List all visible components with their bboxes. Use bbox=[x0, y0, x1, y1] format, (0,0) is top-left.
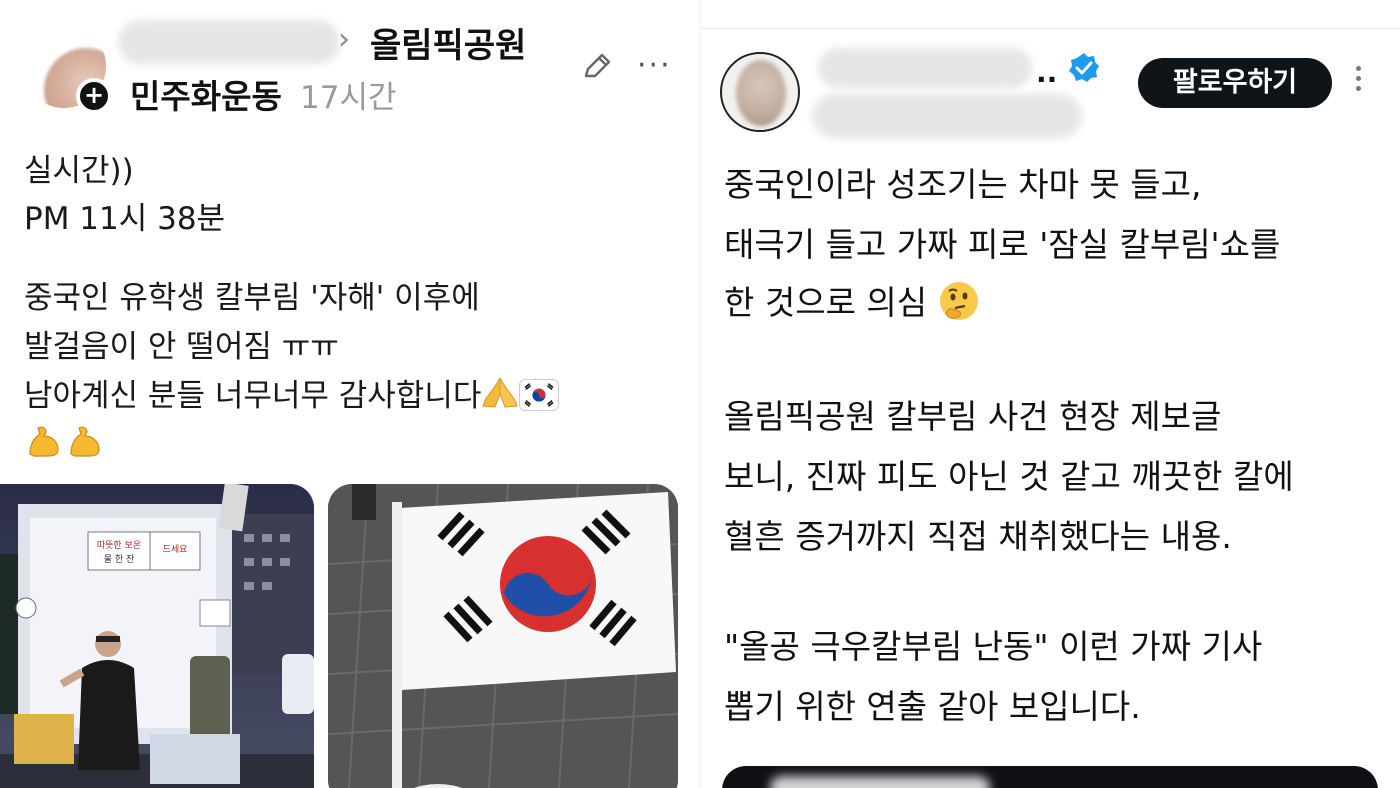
tweet-line-3-wrap: 한 것으로 의심 bbox=[724, 276, 980, 324]
tweet-line-7: "올공 극우칼부림 난동" 이런 가짜 기사 bbox=[724, 627, 1263, 666]
sign-text-2: 물 한 잔 bbox=[104, 554, 135, 565]
tweet-line-2: 태극기 들고 가짜 피로 '잠실 칼부림'쇼를 bbox=[724, 225, 1281, 264]
verified-icon bbox=[1069, 53, 1099, 82]
pray-emoji bbox=[482, 377, 519, 408]
display-name-suffix: .. bbox=[1036, 56, 1058, 89]
author-avatar[interactable] bbox=[720, 52, 800, 132]
thinking-face-emoji bbox=[939, 282, 978, 320]
sign-text-3: 드세요 bbox=[163, 544, 188, 555]
kebab-icon[interactable] bbox=[1356, 66, 1362, 96]
blurred-handle bbox=[812, 94, 1082, 138]
tweet-line-1: 중국인이라 성조기는 차마 못 들고, bbox=[724, 165, 1202, 204]
blurred-display-name bbox=[818, 48, 1032, 88]
follow-plus-button[interactable]: + bbox=[76, 78, 112, 114]
post-line-3: 중국인 유학생 칼부림 '자해' 이후에 bbox=[24, 280, 480, 316]
post-line-5: 남아계신 분들 너무너무 감사합니다 bbox=[24, 378, 482, 414]
tweet-line-8: 뽑기 위한 연출 같아 보입니다. bbox=[724, 687, 1141, 726]
biceps-emojis bbox=[26, 424, 103, 462]
flexed-biceps-emoji bbox=[29, 426, 59, 457]
post-line-1: 실시간)) bbox=[24, 153, 134, 189]
flexed-biceps-emoji bbox=[70, 426, 100, 457]
post-line-2: PM 11시 38분 bbox=[24, 201, 226, 237]
post-line-5-wrap: 남아계신 분들 너무너무 감사합니다 bbox=[24, 370, 560, 415]
threads-post: + › 올림픽공원 민주화운동 17시간 ··· 실시간)) PM 11시 38… bbox=[0, 0, 700, 788]
sign-text-1: 따뜻한 보온 bbox=[97, 540, 141, 551]
chevron-right-icon: › bbox=[338, 22, 350, 57]
post-photo-flag[interactable] bbox=[328, 484, 678, 788]
community-name[interactable]: 올림픽공원 bbox=[370, 18, 526, 67]
edit-icon[interactable] bbox=[580, 50, 614, 84]
tweet-line-4: 올림픽공원 칼부림 사건 현장 제보글 bbox=[724, 397, 1222, 436]
korean-flag-emoji bbox=[519, 379, 560, 411]
post-time: 17시간 bbox=[300, 80, 397, 116]
media-card-blurred-text bbox=[770, 776, 990, 788]
follow-button[interactable]: 팔로우하기 bbox=[1138, 58, 1332, 108]
more-icon[interactable]: ··· bbox=[637, 48, 672, 83]
post-photo-booth[interactable]: 따뜻한 보온 물 한 잔 드세요 bbox=[0, 484, 314, 788]
tweet-line-5: 보니, 진짜 피도 아닌 것 같고 깨끗한 칼에 bbox=[724, 457, 1294, 496]
blurred-username bbox=[118, 20, 340, 64]
tweet-line-3: 한 것으로 의심 bbox=[724, 283, 928, 322]
community-subtitle[interactable]: 민주화운동 bbox=[130, 70, 282, 118]
top-border bbox=[700, 28, 1400, 29]
x-post: .. 팔로우하기 중국인이라 성조기는 차마 못 들고, 태극기 들고 가짜 피… bbox=[700, 0, 1400, 788]
tweet-line-6: 혈흔 증거까지 직접 채취했다는 내용. bbox=[724, 517, 1232, 556]
post-line-4: 발걸음이 안 떨어짐 ㅠㅠ bbox=[24, 329, 339, 365]
